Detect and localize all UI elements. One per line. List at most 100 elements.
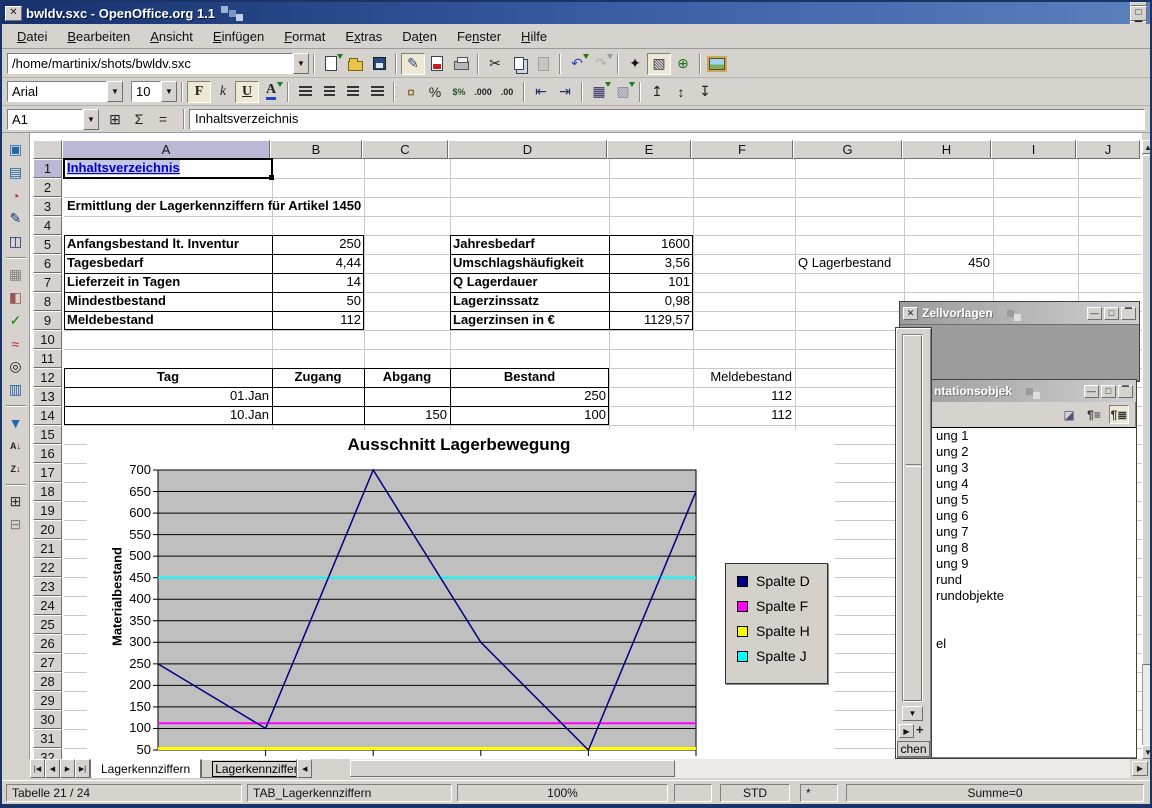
strip-scrollbar-thumb[interactable] (903, 335, 922, 701)
datasources-icon[interactable]: ▥ (4, 379, 28, 400)
row-header-20[interactable]: 20 (33, 520, 62, 539)
cut-icon[interactable]: ✂ (483, 53, 507, 75)
align-top-button[interactable]: ↥ (645, 81, 669, 103)
font-name-combobox[interactable]: Arial ▼ (7, 81, 123, 102)
align-justify-button[interactable] (365, 81, 389, 103)
selection-mode-field[interactable]: * (800, 784, 838, 802)
find-icon[interactable]: ◎ (4, 356, 28, 377)
draw-functions-icon[interactable]: ✎ (4, 208, 28, 229)
column-header-C[interactable]: C (362, 140, 448, 159)
increase-indent-button[interactable]: ⇥ (553, 81, 577, 103)
font-size-dropdown-icon[interactable]: ▼ (161, 81, 177, 102)
equals-icon[interactable]: = (151, 108, 175, 130)
font-color-button[interactable]: A (259, 81, 283, 103)
align-center-button[interactable] (317, 81, 341, 103)
column-header-I[interactable]: I (991, 140, 1076, 159)
maximize-button-icon[interactable]: □ (1104, 307, 1119, 320)
cell-G6[interactable]: Q Lagerbestand (795, 254, 904, 273)
font-name-dropdown-icon[interactable]: ▼ (107, 81, 123, 102)
currency-format-button[interactable]: ¤ (399, 81, 423, 103)
document-window-strip[interactable]: ▼ ▶ + chen (895, 327, 932, 759)
decrease-indent-button[interactable]: ⇤ (529, 81, 553, 103)
insert-cells-icon[interactable]: ▤ (4, 162, 28, 183)
url-field[interactable]: /home/martinix/shots/bwldv.sxc (7, 53, 293, 74)
row-header-32[interactable]: 32 (33, 748, 62, 759)
menu-einfgen[interactable]: Einfügen (204, 26, 273, 47)
first-sheet-icon[interactable]: |◀ (30, 759, 45, 778)
row-header-18[interactable]: 18 (33, 482, 62, 501)
stylist-window-titlebar[interactable]: ✕ Zellvorlagen —□▔ (900, 302, 1139, 324)
font-size-combobox[interactable]: 10 ▼ (131, 81, 177, 102)
column-header-J[interactable]: J (1076, 140, 1140, 159)
bold-button[interactable]: F (187, 81, 211, 103)
maximize-button-icon[interactable]: □ (1101, 385, 1116, 398)
sheet-tab-1[interactable]: Lagerkennziffern (90, 759, 201, 778)
row-header-3[interactable]: 3 (33, 197, 62, 216)
style-list-item[interactable]: ung 2 (903, 444, 1136, 460)
sheet-tab-2[interactable]: Lagerkennziffern (201, 759, 297, 778)
style-list-item[interactable] (903, 604, 1136, 620)
font-name-field[interactable]: Arial (7, 81, 107, 102)
row-header-28[interactable]: 28 (33, 672, 62, 691)
standard-format-button[interactable]: $% (447, 81, 471, 103)
close-icon[interactable]: ✕ (5, 6, 22, 21)
autoformat-icon[interactable]: ▦ (4, 264, 28, 285)
insert-mode-field[interactable]: STD (720, 784, 790, 802)
spellcheck-icon[interactable]: ✓ (4, 310, 28, 331)
sum-field[interactable]: Summe=0 (846, 784, 1144, 802)
style-list-item[interactable]: ung 7 (903, 524, 1136, 540)
row-header-23[interactable]: 23 (33, 577, 62, 596)
fill-format-mode-icon[interactable]: ◪ (1059, 405, 1079, 424)
redo-icon[interactable]: ↷ (589, 53, 613, 75)
formula-input[interactable]: Inhaltsverzeichnis (189, 109, 1145, 130)
window-titlebar[interactable]: ✕ bwldv.sxc - OpenOffice.org 1.1 —□▔ (2, 2, 1150, 24)
align-bottom-button[interactable]: ↧ (693, 81, 717, 103)
style-list-item[interactable]: el (903, 636, 1136, 652)
edit-file-icon[interactable]: ✎ (401, 53, 425, 75)
background-color-button[interactable]: ▨ (611, 81, 635, 103)
style-list-item[interactable]: rund (903, 572, 1136, 588)
ungroup-icon[interactable]: ⊟ (4, 514, 28, 535)
menu-datei[interactable]: Datei (8, 26, 56, 47)
paste-icon[interactable] (531, 53, 555, 75)
stylist-icon[interactable]: ▧ (647, 53, 671, 75)
row-header-29[interactable]: 29 (33, 691, 62, 710)
hyperlink-icon[interactable]: ⊕ (671, 53, 695, 75)
url-combobox[interactable]: /home/martinix/shots/bwldv.sxc ▼ (7, 53, 309, 74)
minimize-button-icon[interactable]: — (1084, 385, 1099, 398)
group-icon[interactable]: ⊞ (4, 491, 28, 512)
strip-scroll-down-icon[interactable]: ▼ (902, 706, 923, 721)
row-header-2[interactable]: 2 (33, 178, 62, 197)
prev-sheet-icon[interactable]: ◀ (45, 759, 60, 778)
undo-icon[interactable]: ↶ (565, 53, 589, 75)
name-box-dropdown-icon[interactable]: ▼ (83, 109, 99, 130)
insert-icon[interactable]: ▣ (4, 139, 28, 160)
move-handle-icon[interactable]: + (916, 722, 924, 737)
navigator-icon[interactable]: ✦ (623, 53, 647, 75)
row-header-4[interactable]: 4 (33, 216, 62, 235)
column-header-F[interactable]: F (691, 140, 793, 159)
align-left-button[interactable] (293, 81, 317, 103)
print-icon[interactable] (449, 53, 473, 75)
horizontal-scrollbar-thumb[interactable] (350, 760, 675, 777)
row-header-1[interactable]: 1 (33, 159, 62, 178)
row-header-26[interactable]: 26 (33, 634, 62, 653)
name-box[interactable]: A1 ▼ (7, 109, 99, 130)
column-header-A[interactable]: A (62, 140, 270, 159)
row-header-25[interactable]: 25 (33, 615, 62, 634)
strip-scrollbar[interactable] (902, 334, 923, 702)
sheet-tab-name-field[interactable]: TAB_Lagerkennziffern (247, 784, 452, 802)
style-list-item[interactable]: ung 9 (903, 556, 1136, 572)
column-header-H[interactable]: H (902, 140, 991, 159)
url-dropdown-icon[interactable]: ▼ (293, 53, 309, 74)
column-header-B[interactable]: B (270, 140, 362, 159)
close-icon[interactable]: ✕ (903, 307, 918, 320)
row-header-9[interactable]: 9 (33, 311, 62, 330)
row-header-16[interactable]: 16 (33, 444, 62, 463)
row-header-12[interactable]: 12 (33, 368, 62, 387)
borders-button[interactable]: ▦ (587, 81, 611, 103)
row-header-27[interactable]: 27 (33, 653, 62, 672)
scroll-down-icon[interactable]: ▼ (1142, 745, 1152, 759)
menu-format[interactable]: Format (275, 26, 334, 47)
cell-F14[interactable]: 112 (693, 406, 795, 425)
